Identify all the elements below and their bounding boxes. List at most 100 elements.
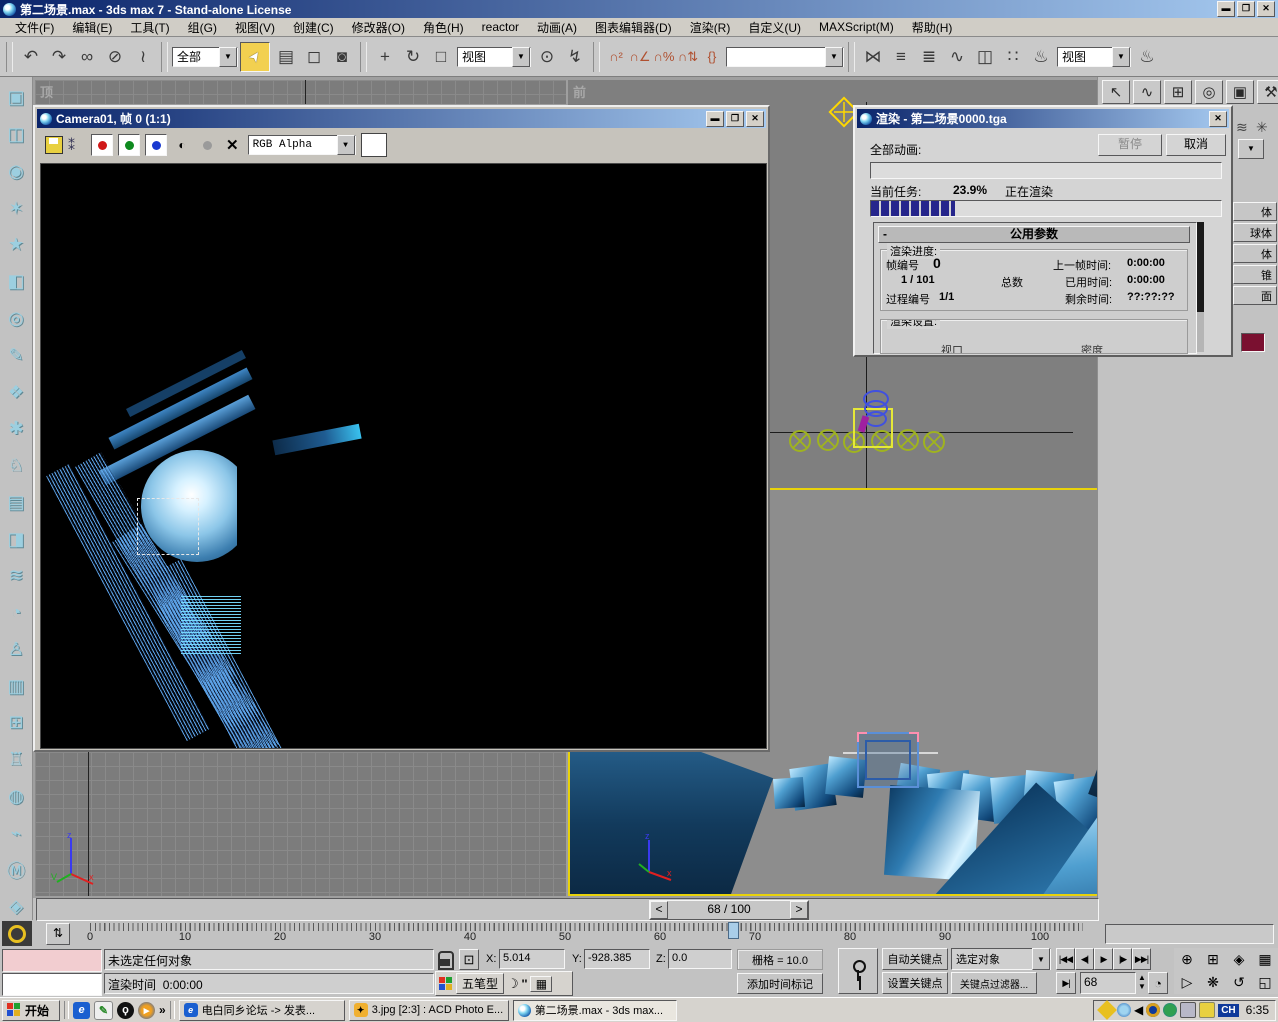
select-and-move-icon[interactable]: + [371, 43, 399, 71]
minimize-button[interactable]: ▬ [706, 111, 724, 127]
gear-icon[interactable]: ✳ [1256, 119, 1268, 136]
mediaplayer-quicklaunch-icon[interactable]: ▸ [138, 1002, 155, 1019]
menu-item[interactable]: reactor [473, 18, 528, 36]
set-key-button[interactable]: 设置关键点 [882, 972, 948, 994]
redo-icon[interactable]: ↷ [45, 43, 73, 71]
ime-fullhalf-icon[interactable]: ☽ [507, 976, 519, 992]
named-selection-dropdown[interactable]: ▼ [726, 47, 844, 67]
car-tool-icon[interactable]: ▤ [3, 489, 29, 515]
start-button[interactable]: 开始 [2, 1000, 60, 1021]
maximize-viewport-icon[interactable]: ◱ [1252, 971, 1278, 994]
knot-tool-icon[interactable]: ◔ [3, 600, 29, 626]
quicklaunch-overflow-icon[interactable]: » [159, 1003, 166, 1017]
sphere-tool-icon[interactable]: ◉ [3, 159, 29, 185]
time-config-icon[interactable]: ◔ [1148, 972, 1168, 994]
red-channel-button[interactable] [91, 134, 113, 156]
wheel-tool-icon[interactable]: ◍ [3, 784, 29, 810]
zoom-all-icon[interactable]: ⊞ [1200, 948, 1226, 971]
window-crossing-icon[interactable]: ◙ [328, 43, 356, 71]
clone-icon[interactable]: ⁑ [68, 137, 75, 154]
qq-quicklaunch-icon[interactable]: ϙ [117, 1002, 134, 1019]
save-bitmap-icon[interactable] [45, 136, 63, 154]
use-pivot-center-icon[interactable]: ⊙ [533, 43, 561, 71]
taskbar-task-3dsmax[interactable]: 第二场景.max - 3ds max... [513, 1000, 677, 1021]
select-and-rotate-icon[interactable]: ↻ [399, 43, 427, 71]
arc-rotate-icon[interactable]: ↺ [1226, 971, 1252, 994]
gear-tool-icon[interactable]: ✱ [3, 416, 29, 442]
ime-windows-icon[interactable] [439, 977, 453, 991]
menu-item[interactable]: 工具(T) [121, 17, 178, 38]
primitive-button[interactable]: 球体 [1233, 223, 1277, 242]
create-tab-icon[interactable]: ↖ [1102, 80, 1130, 104]
frame-spinner[interactable]: ▲▼ [1138, 973, 1146, 991]
time-slider-handle[interactable]: < 68 / 100 > [649, 900, 809, 920]
y-coordinate-field[interactable]: -928.385 [584, 949, 650, 969]
ime-softkeyboard-icon[interactable]: ▦ [530, 976, 552, 992]
hierarchy-tab-icon[interactable]: ⊞ [1164, 80, 1192, 104]
maxscript-listener-line[interactable] [2, 973, 102, 996]
chevron-down-icon[interactable]: ▼ [337, 135, 355, 155]
ime-method-button[interactable]: 五笔型 [456, 973, 504, 994]
select-and-link-icon[interactable]: ∞ [73, 43, 101, 71]
shapes-tab-icon[interactable]: ◫ [3, 122, 29, 148]
z-coordinate-field[interactable]: 0.0 [668, 949, 732, 969]
key-selection-dropdown[interactable]: 选定对象 ▼ [951, 948, 1051, 970]
display-tab-icon[interactable]: ▣ [1226, 80, 1254, 104]
minimize-button[interactable]: ▬ [1217, 1, 1235, 17]
tray-antivirus-icon[interactable] [1163, 1003, 1177, 1017]
biped-tool-icon[interactable]: ♙ [3, 636, 29, 662]
weathervane-tool-icon[interactable]: ♘ [3, 453, 29, 479]
primitive-button[interactable]: 锥 [1233, 265, 1277, 284]
utilities-tab-icon[interactable]: ⚒ [1257, 80, 1278, 104]
menu-item[interactable]: 帮助(H) [903, 17, 962, 38]
schematic-view-icon[interactable]: ◫ [971, 43, 999, 71]
bind-to-spacewarp-icon[interactable]: ≀ [129, 43, 157, 71]
collapse-icon[interactable]: - [883, 227, 887, 241]
menu-item[interactable]: 渲染(R) [681, 17, 740, 38]
previous-frame-button[interactable]: ◀| [1075, 948, 1094, 970]
menu-item[interactable]: 修改器(O) [343, 17, 414, 38]
blue-channel-button[interactable] [145, 134, 167, 156]
trackbar-ruler[interactable]: 0102030405060708090100 [36, 921, 1097, 947]
maximize-button[interactable]: ❐ [726, 111, 744, 127]
chevron-down-icon[interactable]: ▼ [825, 47, 843, 67]
viewport-front-label[interactable]: 前 [573, 82, 586, 101]
common-parameters-rollout[interactable]: - 公用参数 [878, 226, 1190, 243]
hinge-tool-icon[interactable]: ▥ [3, 673, 29, 699]
key-mode-toggle[interactable]: ▶| [1056, 972, 1076, 994]
modify-tab-icon[interactable]: ∿ [1133, 80, 1161, 104]
angle-snap-icon[interactable]: ∩∠ [628, 43, 652, 71]
compound-tool-icon[interactable]: ◧ [3, 269, 29, 295]
wave-tool-icon[interactable]: ≋ [3, 563, 29, 589]
unlink-selection-icon[interactable]: ⊘ [101, 43, 129, 71]
menu-item[interactable]: 动画(A) [528, 17, 586, 38]
field-of-view-icon[interactable]: ▷ [1174, 971, 1200, 994]
monochrome-button[interactable] [197, 135, 217, 155]
editor-quicklaunch-icon[interactable]: ✎ [94, 1001, 113, 1020]
add-time-tag-button[interactable]: 添加时间标记 [737, 973, 823, 994]
viewport-top-label[interactable]: 顶 [40, 82, 53, 101]
object-color-swatch[interactable] [1241, 333, 1265, 352]
set-key-big-button[interactable] [838, 948, 878, 994]
undo-icon[interactable]: ↶ [17, 43, 45, 71]
zoom-extents-all-icon[interactable]: ▦ [1252, 948, 1278, 971]
motion-tab-icon[interactable]: ◎ [1195, 80, 1223, 104]
zoom-icon[interactable]: ⊕ [1174, 948, 1200, 971]
chevron-down-icon[interactable]: ▼ [512, 47, 530, 67]
menu-item[interactable]: 创建(C) [284, 17, 343, 38]
reference-coordinate-dropdown[interactable]: 视图 ▼ [457, 47, 531, 67]
maximize-button[interactable]: ❐ [1237, 1, 1255, 17]
current-frame-marker[interactable] [728, 922, 739, 939]
chevron-down-icon[interactable]: ▼ [1238, 139, 1264, 159]
percent-snap-icon[interactable]: ∩% [652, 43, 676, 71]
fan-tool-icon[interactable]: ❖ [3, 379, 29, 405]
pan-icon[interactable]: ❋ [1200, 971, 1226, 994]
green-channel-button[interactable] [118, 134, 140, 156]
whistle-tool-icon[interactable]: ⌁ [3, 820, 29, 846]
absolute-mode-icon[interactable]: ⊡ [459, 949, 479, 970]
mirror-icon[interactable]: ⋈ [859, 43, 887, 71]
tray-messenger-icon[interactable] [1199, 1002, 1215, 1018]
render-preview-icon[interactable]: ◈ [3, 894, 29, 920]
viewport-top[interactable]: 顶 [35, 80, 566, 104]
menu-item[interactable]: 自定义(U) [739, 17, 810, 38]
